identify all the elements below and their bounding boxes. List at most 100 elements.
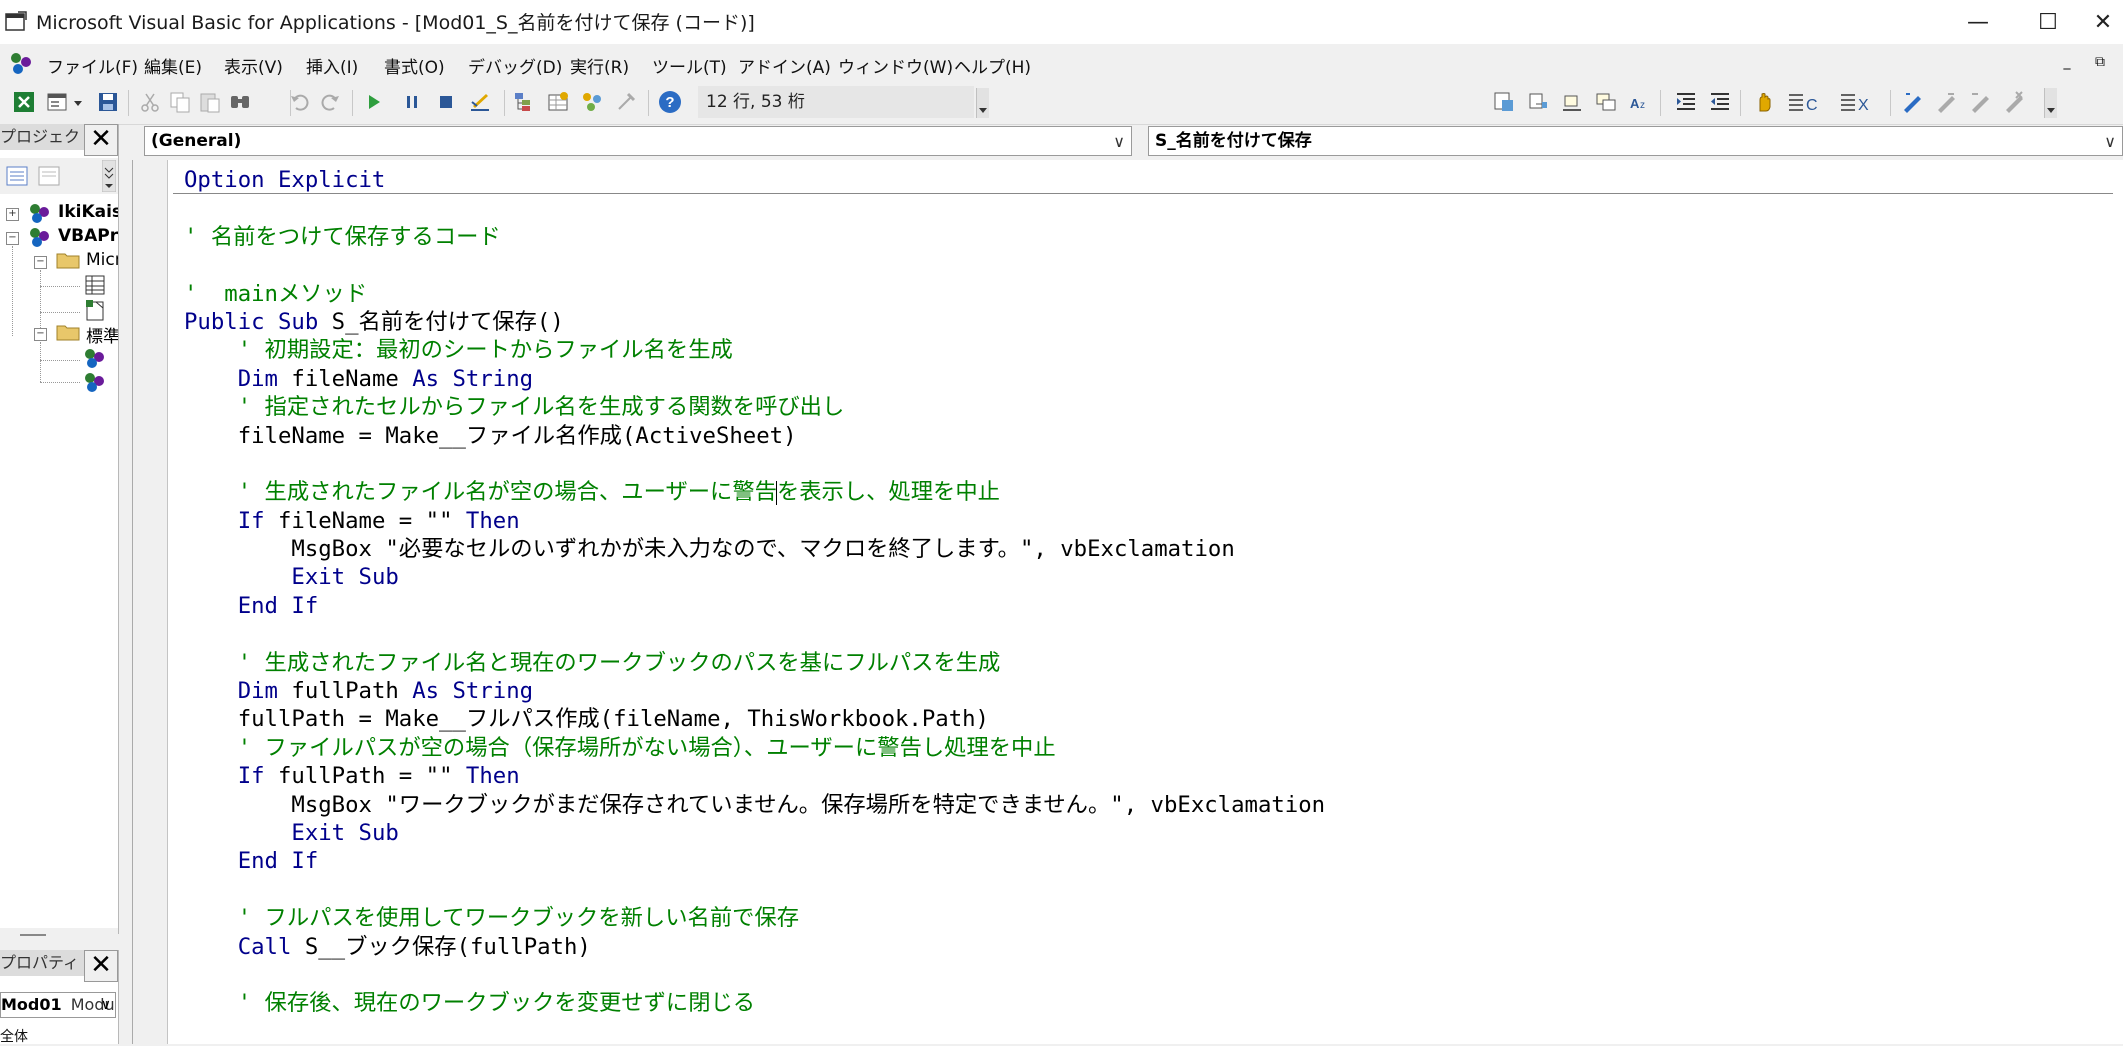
complete-word-icon[interactable]: Az (1628, 90, 1652, 114)
menu-edit[interactable]: 編集(E) (144, 53, 202, 78)
menu-tools[interactable]: ツール(T) (652, 53, 727, 78)
code-line[interactable] (184, 194, 2114, 222)
uncomment-block-icon[interactable]: X (1838, 90, 1872, 114)
code-line[interactable]: ' 保存後、現在のワークブックを変更せずに閉じる (184, 989, 2114, 1017)
clear-bookmarks-icon[interactable] (2002, 90, 2026, 114)
outdent-icon[interactable] (1708, 90, 1732, 114)
view-code-icon[interactable] (6, 166, 28, 186)
break-icon[interactable] (400, 90, 424, 114)
properties-tab-all[interactable]: 全体 (0, 1026, 28, 1046)
properties-window-close-button[interactable]: ✕ (84, 950, 118, 982)
code-line[interactable] (184, 450, 2114, 478)
code-line[interactable]: Call S__ブック保存(fullPath) (184, 933, 2114, 961)
menu-run[interactable]: 実行(R) (570, 53, 629, 78)
collapse-toggle[interactable]: − (6, 232, 19, 245)
code-line[interactable] (184, 251, 2114, 279)
code-line[interactable]: ' 生成されたファイル名が空の場合、ユーザーに警告を表示し、処理を中止 (184, 478, 2114, 506)
code-line[interactable] (184, 961, 2114, 989)
mdi-controls[interactable]: _ ⧉ (2064, 54, 2115, 70)
collapse-toggle[interactable]: − (34, 256, 47, 269)
edit-toolbar-grip[interactable] (2044, 88, 2057, 118)
panel-splitter[interactable] (0, 928, 118, 942)
properties-window-icon[interactable] (546, 90, 570, 114)
procedure-combo[interactable]: S_名前を付けて保存 ∨ (1148, 126, 2123, 156)
cut-icon[interactable] (138, 90, 162, 114)
toolbar-grip[interactable] (976, 88, 989, 118)
help-icon[interactable]: ? (658, 90, 682, 114)
design-mode-icon[interactable] (468, 90, 492, 114)
tree-node-excel-objects[interactable]: Microsoft Excel Objects (86, 250, 118, 270)
menu-view[interactable]: 表示(V) (224, 53, 283, 78)
run-icon[interactable] (362, 90, 386, 114)
view-excel-icon[interactable] (12, 90, 36, 114)
redo-icon[interactable] (318, 90, 342, 114)
margin-indicator-bar[interactable] (133, 160, 168, 1044)
copy-icon[interactable] (168, 90, 192, 114)
object-selector[interactable]: Mod01 Module ∨ (0, 992, 116, 1018)
list-constants-icon[interactable] (1526, 90, 1550, 114)
parameter-info-icon[interactable] (1594, 90, 1618, 114)
toolbox-icon[interactable] (614, 90, 638, 114)
reset-icon[interactable] (434, 90, 458, 114)
code-line[interactable]: If fullPath = "" Then (184, 762, 2114, 790)
code-line[interactable]: Option Explicit (184, 166, 2114, 194)
project-explorer-icon[interactable] (512, 90, 536, 114)
view-object-icon[interactable] (38, 166, 60, 186)
expand-toggle[interactable]: + (6, 208, 19, 221)
code-line[interactable]: If fileName = "" Then (184, 507, 2114, 535)
toggle-bookmark-icon[interactable] (1900, 90, 1924, 114)
menu-insert[interactable]: 挿入(I) (306, 53, 358, 78)
collapse-toggle[interactable]: − (34, 328, 47, 341)
code-line[interactable]: End If (184, 847, 2114, 875)
code-line[interactable]: Dim fullPath As String (184, 677, 2114, 705)
menu-help[interactable]: ヘルプ(H) (954, 53, 1031, 78)
close-button[interactable]: ✕ (2083, 0, 2123, 44)
object-browser-icon[interactable] (580, 90, 604, 114)
workbook-icon[interactable] (84, 298, 106, 322)
code-line[interactable]: End If (184, 592, 2114, 620)
indent-icon[interactable] (1674, 90, 1698, 114)
module-icon[interactable] (82, 346, 106, 370)
dropdown-arrow-icon[interactable] (72, 90, 84, 114)
code-line[interactable]: ' mainメソッド (184, 280, 2114, 308)
code-editor[interactable]: Option Explicit ' 名前をつけて保存するコード ' mainメソッド… (132, 160, 2123, 1044)
code-line[interactable]: Exit Sub (184, 819, 2114, 847)
excel-link-icon[interactable] (6, 48, 36, 78)
next-bookmark-icon[interactable] (1934, 90, 1958, 114)
menu-file[interactable]: ファイル(F) (47, 53, 138, 78)
code-line[interactable]: ' 生成されたファイル名と現在のワークブックのパスを基にフルパスを生成 (184, 649, 2114, 677)
object-combo[interactable]: (General) ∨ (144, 126, 1132, 156)
tree-node-ikikaisha[interactable]: IkiKaisha (58, 202, 118, 222)
menu-format[interactable]: 書式(O) (384, 53, 445, 78)
find-icon[interactable] (228, 90, 252, 114)
menu-window[interactable]: ウィンドウ(W) (838, 53, 953, 78)
project-explorer-close-button[interactable]: ✕ (84, 124, 118, 156)
code-line[interactable]: ' フルパスを使用してワークブックを新しい名前で保存 (184, 904, 2114, 932)
code-line[interactable]: Exit Sub (184, 563, 2114, 591)
toggle-folders-icon[interactable] (102, 160, 116, 192)
menu-debug[interactable]: デバッグ(D) (468, 53, 562, 78)
insert-userform-icon[interactable] (46, 90, 70, 114)
code-line[interactable]: MsgBox "ワークブックがまだ保存されていません。保存場所を特定できません。… (184, 791, 2114, 819)
code-line[interactable] (184, 620, 2114, 648)
code-line[interactable]: Dim fileName As String (184, 365, 2114, 393)
menu-addins[interactable]: アドイン(A) (738, 53, 831, 78)
save-icon[interactable] (96, 90, 120, 114)
code-line[interactable]: fileName = Make__ファイル名作成(ActiveSheet) (184, 422, 2114, 450)
minimize-button[interactable]: — (1943, 0, 2013, 44)
code-line[interactable]: fullPath = Make__フルパス作成(fileName, ThisWo… (184, 705, 2114, 733)
toggle-breakpoint-icon[interactable] (1752, 90, 1776, 114)
maximize-button[interactable]: ☐ (2013, 0, 2083, 44)
code-line[interactable]: ' ファイルパスが空の場合（保存場所がない場合）、ユーザーに警告し処理を中止 (184, 734, 2114, 762)
code-line[interactable] (184, 876, 2114, 904)
tree-node-vbaproject[interactable]: VBAProject (58, 226, 118, 246)
worksheet-icon[interactable] (84, 274, 106, 296)
previous-bookmark-icon[interactable] (1968, 90, 1992, 114)
module-icon[interactable] (82, 370, 106, 394)
undo-icon[interactable] (288, 90, 312, 114)
comment-block-icon[interactable]: C (1786, 90, 1820, 114)
code-line[interactable]: MsgBox "必要なセルのいずれかが未入力なので、マクロを終了します。", v… (184, 535, 2114, 563)
quick-info-icon[interactable] (1560, 90, 1584, 114)
code-line[interactable]: ' 名前をつけて保存するコード (184, 223, 2114, 251)
paste-icon[interactable] (198, 90, 222, 114)
